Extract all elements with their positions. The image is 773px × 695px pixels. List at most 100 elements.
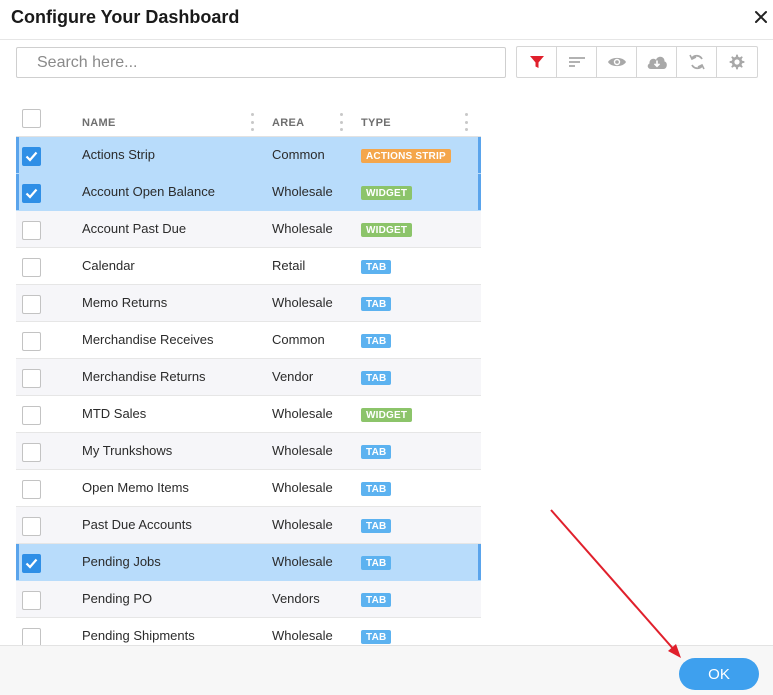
type-badge: TAB [361, 482, 392, 496]
cell-area: Wholesale [272, 406, 333, 421]
row-checkbox[interactable] [22, 221, 41, 240]
cell-name: Merchandise Returns [82, 369, 206, 384]
cell-name: MTD Sales [82, 406, 147, 421]
cell-area: Wholesale [272, 628, 333, 643]
search-input[interactable] [16, 47, 506, 78]
column-header-type[interactable]: TYPE [361, 117, 391, 129]
cell-name: Memo Returns [82, 295, 168, 310]
refresh-icon [688, 54, 705, 70]
row-checkbox[interactable] [22, 258, 41, 277]
table-row[interactable]: MTD Sales Wholesale WIDGET [16, 396, 481, 433]
cell-area: Wholesale [272, 517, 333, 532]
eye-icon [607, 57, 626, 67]
cloud-download-icon [647, 56, 667, 69]
cell-type: WIDGET [361, 221, 413, 237]
dialog-title: Configure Your Dashboard [11, 7, 240, 27]
table-row[interactable]: Calendar Retail TAB [16, 248, 481, 285]
cell-type: WIDGET [361, 406, 413, 422]
type-badge: TAB [361, 630, 392, 644]
sort-icon [568, 57, 585, 67]
table-row[interactable]: Actions Strip Common ACTIONS STRIP [16, 137, 481, 174]
column-menu-grip-icon[interactable] [465, 113, 469, 131]
dashboard-items-grid: NAME AREA TYPE Actions Strip Common ACTION… [16, 104, 481, 645]
table-row[interactable]: Account Open Balance Wholesale WIDGET [16, 174, 481, 211]
row-checkbox[interactable] [22, 591, 41, 610]
select-all-checkbox[interactable] [22, 109, 41, 128]
row-checkbox[interactable] [22, 480, 41, 499]
visibility-button[interactable] [597, 47, 637, 77]
table-row[interactable]: Merchandise Returns Vendor TAB [16, 359, 481, 396]
cell-type: TAB [361, 369, 392, 385]
close-icon[interactable] [750, 6, 772, 28]
column-menu-grip-icon[interactable] [340, 113, 344, 131]
cell-name: Account Open Balance [82, 184, 215, 199]
cell-area: Vendors [272, 591, 320, 606]
type-badge: WIDGET [361, 223, 413, 237]
cell-type: TAB [361, 591, 392, 607]
row-checkbox[interactable] [22, 295, 41, 314]
column-menu-grip-icon[interactable] [251, 113, 255, 131]
cell-name: Past Due Accounts [82, 517, 192, 532]
row-checkbox[interactable] [22, 406, 41, 425]
cell-area: Wholesale [272, 295, 333, 310]
cell-type: TAB [361, 258, 392, 274]
cell-area: Common [272, 147, 325, 162]
cell-type: TAB [361, 443, 392, 459]
cell-area: Retail [272, 258, 306, 273]
filter-button[interactable] [517, 47, 557, 77]
type-badge: TAB [361, 556, 392, 570]
refresh-button[interactable] [677, 47, 717, 77]
settings-icon [729, 54, 745, 70]
column-header-area[interactable]: AREA [272, 117, 304, 129]
cell-name: Merchandise Receives [82, 332, 214, 347]
row-checkbox[interactable] [22, 369, 41, 388]
table-row[interactable]: Pending PO Vendors TAB [16, 581, 481, 618]
row-checkbox[interactable] [22, 184, 41, 203]
row-checkbox[interactable] [22, 332, 41, 351]
settings-button[interactable] [717, 47, 757, 77]
row-checkbox[interactable] [22, 443, 41, 462]
cell-type: TAB [361, 480, 392, 496]
grid-toolbar [516, 46, 758, 78]
row-checkbox[interactable] [22, 628, 41, 645]
type-badge: TAB [361, 445, 392, 459]
cell-type: TAB [361, 554, 392, 570]
table-row[interactable]: Pending Jobs Wholesale TAB [16, 544, 481, 581]
row-checkbox[interactable] [22, 147, 41, 166]
cell-area: Common [272, 332, 325, 347]
table-row[interactable]: Merchandise Receives Common TAB [16, 322, 481, 359]
cell-name: Pending Jobs [82, 554, 161, 569]
type-badge: WIDGET [361, 408, 413, 422]
cell-area: Wholesale [272, 443, 333, 458]
cell-name: Actions Strip [82, 147, 155, 162]
cell-name: Account Past Due [82, 221, 187, 236]
cell-type: TAB [361, 332, 392, 348]
dialog-footer [0, 645, 773, 695]
cell-area: Wholesale [272, 221, 333, 236]
table-row[interactable]: Open Memo Items Wholesale TAB [16, 470, 481, 507]
cell-type: ACTIONS STRIP [361, 147, 451, 163]
table-row[interactable]: Account Past Due Wholesale WIDGET [16, 211, 481, 248]
table-row[interactable]: Past Due Accounts Wholesale TAB [16, 507, 481, 544]
cell-type: WIDGET [361, 184, 413, 200]
type-badge: TAB [361, 334, 392, 348]
column-header-name[interactable]: NAME [82, 117, 116, 129]
type-badge: TAB [361, 519, 392, 533]
type-badge: TAB [361, 297, 392, 311]
row-checkbox[interactable] [22, 554, 41, 573]
filter-icon [529, 56, 544, 68]
row-checkbox[interactable] [22, 517, 41, 536]
type-badge: TAB [361, 371, 392, 385]
sort-button[interactable] [557, 47, 597, 77]
table-row[interactable]: Memo Returns Wholesale TAB [16, 285, 481, 322]
ok-button[interactable]: OK [679, 658, 759, 690]
dialog-header: Configure Your Dashboard [0, 0, 773, 40]
download-button[interactable] [637, 47, 677, 77]
table-row[interactable]: My Trunkshows Wholesale TAB [16, 433, 481, 470]
type-badge: TAB [361, 260, 392, 274]
cell-type: TAB [361, 628, 392, 644]
type-badge: TAB [361, 593, 392, 607]
cell-name: My Trunkshows [82, 443, 173, 458]
cell-name: Pending PO [82, 591, 153, 606]
table-row[interactable]: Pending Shipments Wholesale TAB [16, 618, 481, 645]
